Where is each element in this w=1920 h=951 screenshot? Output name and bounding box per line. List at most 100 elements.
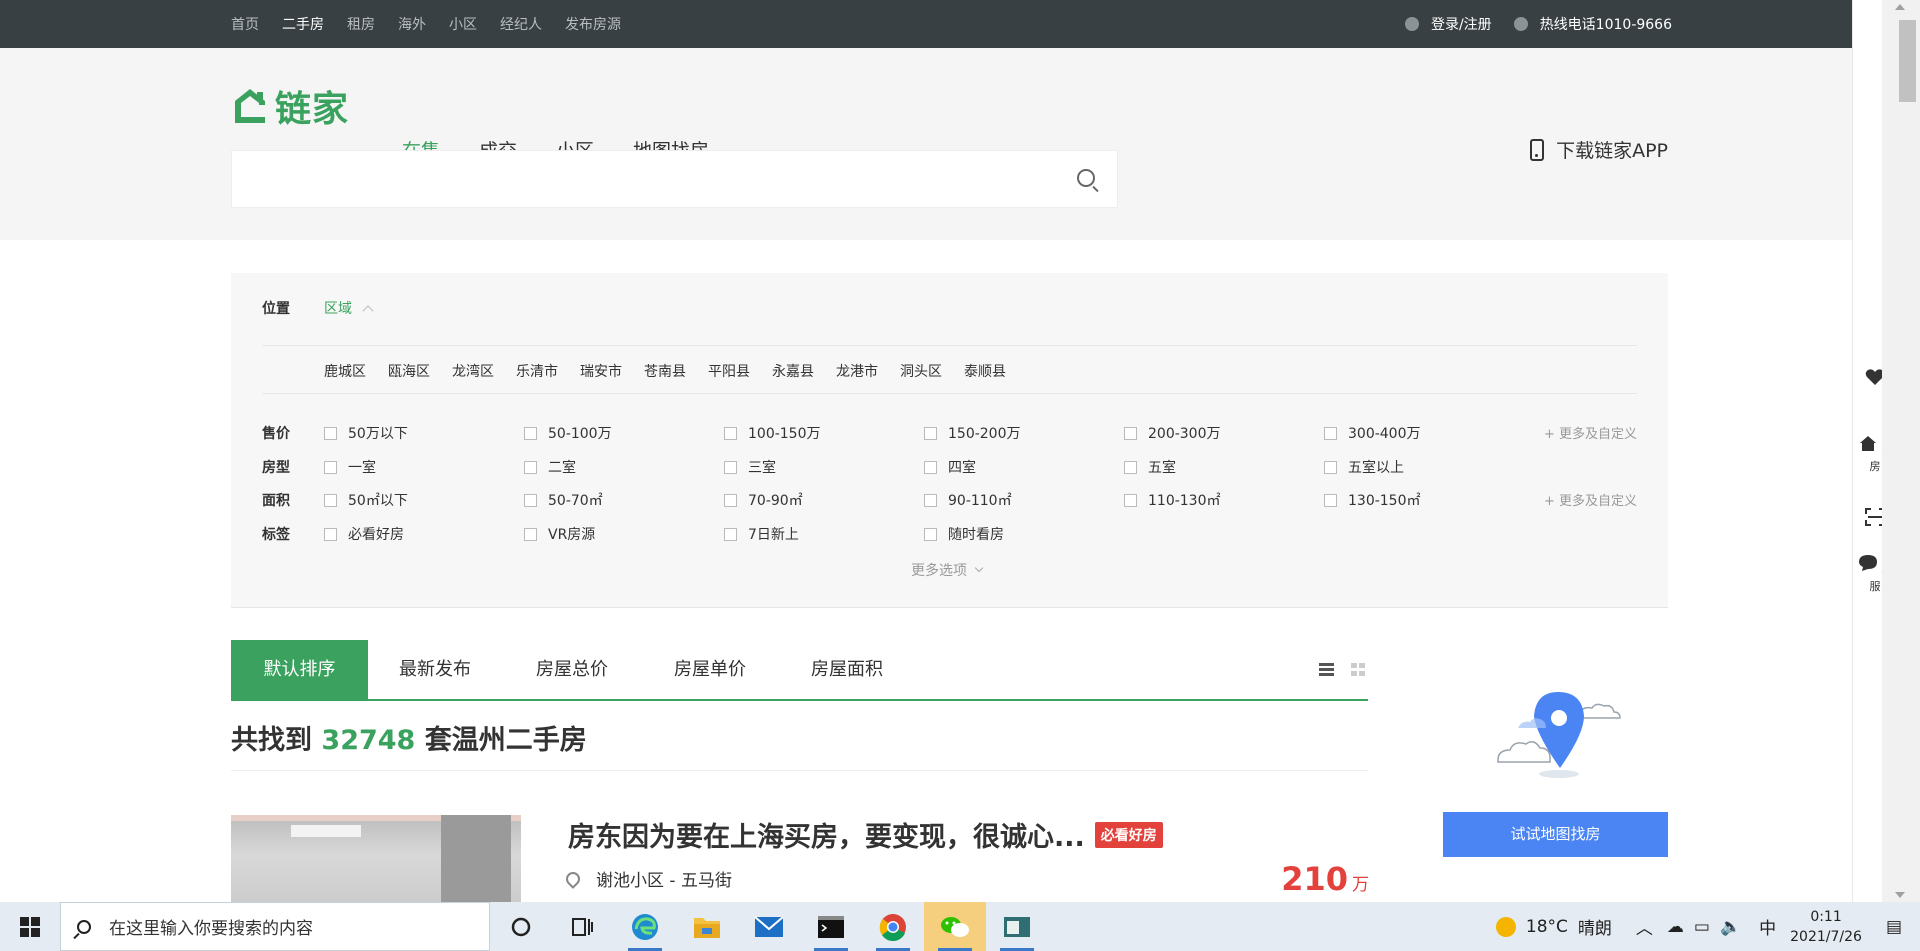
- checkbox[interactable]: [924, 426, 937, 440]
- district-item[interactable]: 泰顺县: [964, 361, 1006, 381]
- checkbox[interactable]: [524, 426, 537, 440]
- cloud-icon[interactable]: ☁: [1667, 917, 1684, 937]
- top-nav-rent[interactable]: 租房: [347, 14, 375, 34]
- checkbox[interactable]: [1124, 460, 1137, 474]
- district-item[interactable]: 乐清市: [516, 361, 558, 381]
- grid-view-icon[interactable]: [1351, 663, 1366, 676]
- logo[interactable]: 链家: [231, 80, 349, 132]
- district-item[interactable]: 瓯海区: [388, 361, 430, 381]
- checkbox[interactable]: [924, 460, 937, 474]
- rooms-option[interactable]: 二室: [524, 457, 576, 477]
- checkbox[interactable]: [324, 426, 337, 440]
- district-item[interactable]: 平阳县: [708, 361, 750, 381]
- clock[interactable]: 0:11 2021/7/26: [1790, 907, 1862, 947]
- terminal-app[interactable]: [800, 902, 862, 951]
- checkbox[interactable]: [1324, 426, 1337, 440]
- district-item[interactable]: 永嘉县: [772, 361, 814, 381]
- scrollbar[interactable]: [1882, 0, 1920, 902]
- district-item[interactable]: 瑞安市: [580, 361, 622, 381]
- district-item[interactable]: 龙湾区: [452, 361, 494, 381]
- price-option[interactable]: 50-100万: [524, 423, 612, 443]
- checkbox[interactable]: [724, 460, 737, 474]
- rooms-option[interactable]: 五室: [1124, 457, 1176, 477]
- start-button[interactable]: [0, 902, 60, 951]
- price-option[interactable]: 50万以下: [324, 423, 408, 443]
- price-more-custom-link[interactable]: + 更多及自定义: [1544, 423, 1637, 442]
- rooms-option[interactable]: 五室以上: [1324, 457, 1404, 477]
- download-app-link[interactable]: 下载链家APP: [1530, 136, 1668, 163]
- district-item[interactable]: 鹿城区: [324, 361, 366, 381]
- checkbox[interactable]: [524, 527, 537, 541]
- login-link[interactable]: 登录/注册: [1404, 14, 1492, 34]
- chrome-app[interactable]: [862, 902, 924, 951]
- top-nav-home[interactable]: 首页: [231, 14, 259, 34]
- district-item[interactable]: 洞头区: [900, 361, 942, 381]
- wechat-app[interactable]: [924, 902, 986, 951]
- rooms-option[interactable]: 一室: [324, 457, 376, 477]
- listing-title[interactable]: 房东因为要在上海买房，要变现，很诚心... 必看好房: [568, 815, 1163, 854]
- top-nav-publish[interactable]: 发布房源: [565, 14, 621, 34]
- tab-default-sort[interactable]: 默认排序: [231, 640, 368, 699]
- listing-thumbnail[interactable]: [231, 815, 521, 902]
- tab-unit-price[interactable]: 房屋单价: [674, 640, 746, 699]
- tab-area[interactable]: 房屋面积: [811, 640, 883, 699]
- area-option[interactable]: 90-110㎡: [924, 490, 1012, 510]
- top-nav-secondhand[interactable]: 二手房: [282, 14, 324, 34]
- tab-newest[interactable]: 最新发布: [399, 640, 471, 699]
- checkbox[interactable]: [324, 527, 337, 541]
- edge-app[interactable]: [614, 902, 676, 951]
- cortana-button[interactable]: [490, 902, 552, 951]
- region-tab[interactable]: 区域: [324, 298, 374, 318]
- checkbox[interactable]: [1124, 426, 1137, 440]
- volume-icon[interactable]: 🔈: [1720, 917, 1741, 937]
- top-nav-overseas[interactable]: 海外: [398, 14, 426, 34]
- area-option[interactable]: 110-130㎡: [1124, 490, 1221, 510]
- task-view-button[interactable]: [552, 902, 614, 951]
- tab-total-price[interactable]: 房屋总价: [536, 640, 608, 699]
- tag-option[interactable]: 必看好房: [324, 524, 404, 544]
- checkbox[interactable]: [1324, 493, 1337, 507]
- checkbox[interactable]: [1324, 460, 1337, 474]
- checkbox[interactable]: [724, 527, 737, 541]
- notification-icon[interactable]: ▤: [1886, 917, 1902, 937]
- ime-indicator[interactable]: 中: [1759, 914, 1776, 939]
- checkbox[interactable]: [724, 426, 737, 440]
- scroll-down-arrow-icon[interactable]: [1895, 892, 1905, 898]
- list-view-icon[interactable]: [1319, 663, 1334, 676]
- rooms-option[interactable]: 三室: [724, 457, 776, 477]
- rooms-option[interactable]: 四室: [924, 457, 976, 477]
- checkbox[interactable]: [724, 493, 737, 507]
- district-item[interactable]: 龙港市: [836, 361, 878, 381]
- checkbox[interactable]: [524, 460, 537, 474]
- more-options-toggle[interactable]: 更多选项: [911, 560, 984, 580]
- taskbar-search-input[interactable]: 在这里输入你要搜索的内容: [60, 902, 490, 951]
- file-explorer-app[interactable]: [676, 902, 738, 951]
- tag-option[interactable]: 随时看房: [924, 524, 1004, 544]
- listing-address[interactable]: 谢池小区 - 五马街: [563, 866, 732, 891]
- checkbox[interactable]: [524, 493, 537, 507]
- checkbox[interactable]: [924, 527, 937, 541]
- price-option[interactable]: 100-150万: [724, 423, 821, 443]
- top-nav-agent[interactable]: 经纪人: [500, 14, 542, 34]
- scroll-up-arrow-icon[interactable]: [1895, 4, 1905, 10]
- top-nav-community[interactable]: 小区: [449, 14, 477, 34]
- area-option[interactable]: 70-90㎡: [724, 490, 803, 510]
- checkbox[interactable]: [1124, 493, 1137, 507]
- app-window[interactable]: [986, 902, 1048, 951]
- checkbox[interactable]: [924, 493, 937, 507]
- weather-sun-icon[interactable]: [1495, 916, 1516, 937]
- scrollbar-thumb[interactable]: [1899, 20, 1916, 102]
- try-map-search-button[interactable]: 试试地图找房: [1443, 812, 1668, 857]
- area-option[interactable]: 50㎡以下: [324, 490, 408, 510]
- area-option[interactable]: 130-150㎡: [1324, 490, 1421, 510]
- temperature[interactable]: 18°C: [1526, 917, 1568, 937]
- area-more-custom-link[interactable]: + 更多及自定义: [1544, 490, 1637, 509]
- checkbox[interactable]: [324, 460, 337, 474]
- tag-option[interactable]: VR房源: [524, 524, 595, 544]
- price-option[interactable]: 200-300万: [1124, 423, 1221, 443]
- battery-icon[interactable]: ▭: [1694, 917, 1710, 937]
- area-option[interactable]: 50-70㎡: [524, 490, 603, 510]
- mail-app[interactable]: [738, 902, 800, 951]
- chevron-up-icon[interactable]: ︿: [1636, 914, 1653, 939]
- search-icon[interactable]: [1077, 169, 1095, 187]
